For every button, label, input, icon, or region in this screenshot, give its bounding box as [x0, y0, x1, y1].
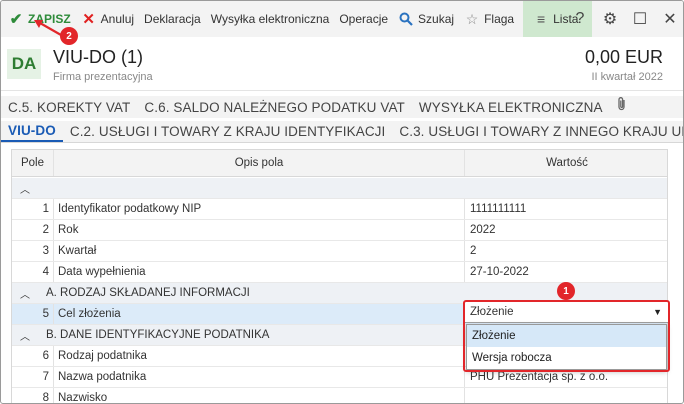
- cancel-label: Anuluj: [100, 12, 135, 26]
- help-icon[interactable]: ?: [565, 10, 595, 28]
- tab-c6-saldo[interactable]: C.6. SALDO NALEŻNEGO PODATKU VAT: [137, 100, 412, 118]
- field-description: Cel złożenia: [54, 304, 465, 324]
- electronic-sending-menu[interactable]: Wysyłka elektroniczna: [206, 1, 335, 37]
- field-number: 3: [12, 241, 54, 261]
- paperclip-icon[interactable]: [610, 96, 634, 118]
- field-description: Nazwa podatnika: [54, 367, 465, 387]
- document-header: DA VIU-DO (1) Firma prezentacyjna 0,00 E…: [1, 37, 683, 91]
- field-description: Identyfikator podatkowy NIP: [54, 199, 465, 219]
- field-number: 8: [12, 388, 54, 403]
- company-name: Firma prezentacyjna: [53, 71, 153, 83]
- document-type-badge: DA: [7, 49, 41, 79]
- field-number: 2: [12, 220, 54, 240]
- tab-c2-uslugi-kraj-identyfikacji[interactable]: C.2. USŁUGI I TOWARY Z KRAJU IDENTYFIKAC…: [63, 124, 393, 142]
- tab-row-lower: VIU-DO C.2. USŁUGI I TOWARY Z KRAJU IDEN…: [1, 121, 683, 143]
- chevron-up-icon[interactable]: ︿: [20, 325, 30, 345]
- window-controls: ? ⚙ ☐ ✕: [565, 1, 683, 37]
- field-description: Rok: [54, 220, 465, 240]
- field-description: Data wypełnienia: [54, 262, 465, 282]
- annotation-badge-1: 1: [557, 282, 575, 300]
- search-button[interactable]: Szukaj: [393, 1, 459, 37]
- field-number: 6: [12, 346, 54, 366]
- column-header-pole[interactable]: Pole: [12, 150, 54, 176]
- annotation-highlight-box: [463, 300, 670, 372]
- electronic-sending-label: Wysyłka elektroniczna: [210, 12, 330, 26]
- section-label: A. RODZAJ SKŁADANEJ INFORMACJI: [46, 287, 250, 299]
- save-label: ZAPISZ: [28, 12, 71, 26]
- tab-c5-korekty-vat[interactable]: C.5. KOREKTY VAT: [1, 100, 137, 118]
- app-window: ✔ ZAPISZ ✕ Anuluj Deklaracja Wysyłka ele…: [0, 0, 684, 404]
- operations-label: Operacje: [339, 12, 389, 26]
- close-x-icon: ✕: [82, 11, 95, 28]
- total-amount: 0,00 EUR: [584, 47, 663, 67]
- collapse-row[interactable]: ︿: [12, 178, 667, 199]
- field-number: 1: [12, 199, 54, 219]
- field-description: Nazwisko: [54, 388, 465, 403]
- flag-button[interactable]: ☆ Flaga: [459, 1, 519, 37]
- column-header-opis[interactable]: Opis pola: [54, 150, 465, 176]
- grid-header: Pole Opis pola Wartość: [12, 150, 667, 177]
- operations-menu[interactable]: Operacje: [334, 1, 393, 37]
- table-row[interactable]: 2 Rok 2022: [12, 220, 667, 241]
- search-label: Szukaj: [418, 12, 455, 26]
- field-description: Rodzaj podatnika: [54, 346, 465, 366]
- section-label: B. DANE IDENTYFIKACYJNE PODATNIKA: [46, 329, 270, 341]
- toolbar: ✔ ZAPISZ ✕ Anuluj Deklaracja Wysyłka ele…: [1, 1, 683, 37]
- tab-viu-do[interactable]: VIU-DO: [1, 123, 63, 142]
- tab-wysylka-elektroniczna[interactable]: WYSYŁKA ELEKTRONICZNA: [412, 100, 610, 118]
- table-row[interactable]: 4 Data wypełnienia 27-10-2022: [12, 262, 667, 283]
- field-value[interactable]: [465, 388, 667, 403]
- field-value[interactable]: 1111111111: [465, 199, 667, 219]
- table-row[interactable]: 1 Identyfikator podatkowy NIP 1111111111: [12, 199, 667, 220]
- table-row[interactable]: 3 Kwartał 2: [12, 241, 667, 262]
- gear-icon[interactable]: ⚙: [595, 9, 625, 29]
- period-label: II kwartał 2022: [591, 71, 663, 83]
- cancel-button[interactable]: ✕ Anuluj: [76, 1, 139, 37]
- field-description: Kwartał: [54, 241, 465, 261]
- search-icon: [398, 12, 414, 26]
- tab-c3-uslugi-inny-kraj[interactable]: C.3. USŁUGI I TOWARY Z INNEGO KRAJU UE: [392, 124, 683, 142]
- declaration-menu[interactable]: Deklaracja: [139, 1, 206, 37]
- field-number: 7: [12, 367, 54, 387]
- chevron-up-icon[interactable]: ︿: [20, 178, 30, 198]
- list-icon: ≡: [537, 11, 546, 27]
- annotation-badge-2: 2: [60, 27, 78, 45]
- table-row[interactable]: 8 Nazwisko: [12, 388, 667, 403]
- tab-row-upper: C.5. KOREKTY VAT C.6. SALDO NALEŻNEGO PO…: [1, 96, 683, 118]
- star-icon: ☆: [465, 10, 479, 27]
- maximize-icon[interactable]: ☐: [625, 9, 655, 29]
- close-icon[interactable]: ✕: [655, 9, 683, 29]
- flag-label: Flaga: [484, 12, 515, 26]
- field-value[interactable]: 2022: [465, 220, 667, 240]
- column-header-wartosc[interactable]: Wartość: [465, 150, 667, 176]
- page-title: VIU-DO (1): [53, 47, 143, 67]
- chevron-up-icon[interactable]: ︿: [20, 283, 30, 303]
- field-number: 4: [12, 262, 54, 282]
- checkmark-icon: ✔: [9, 11, 23, 28]
- declaration-label: Deklaracja: [144, 12, 201, 26]
- field-number: 5: [12, 304, 54, 324]
- field-value[interactable]: 27-10-2022: [465, 262, 667, 282]
- field-value[interactable]: 2: [465, 241, 667, 261]
